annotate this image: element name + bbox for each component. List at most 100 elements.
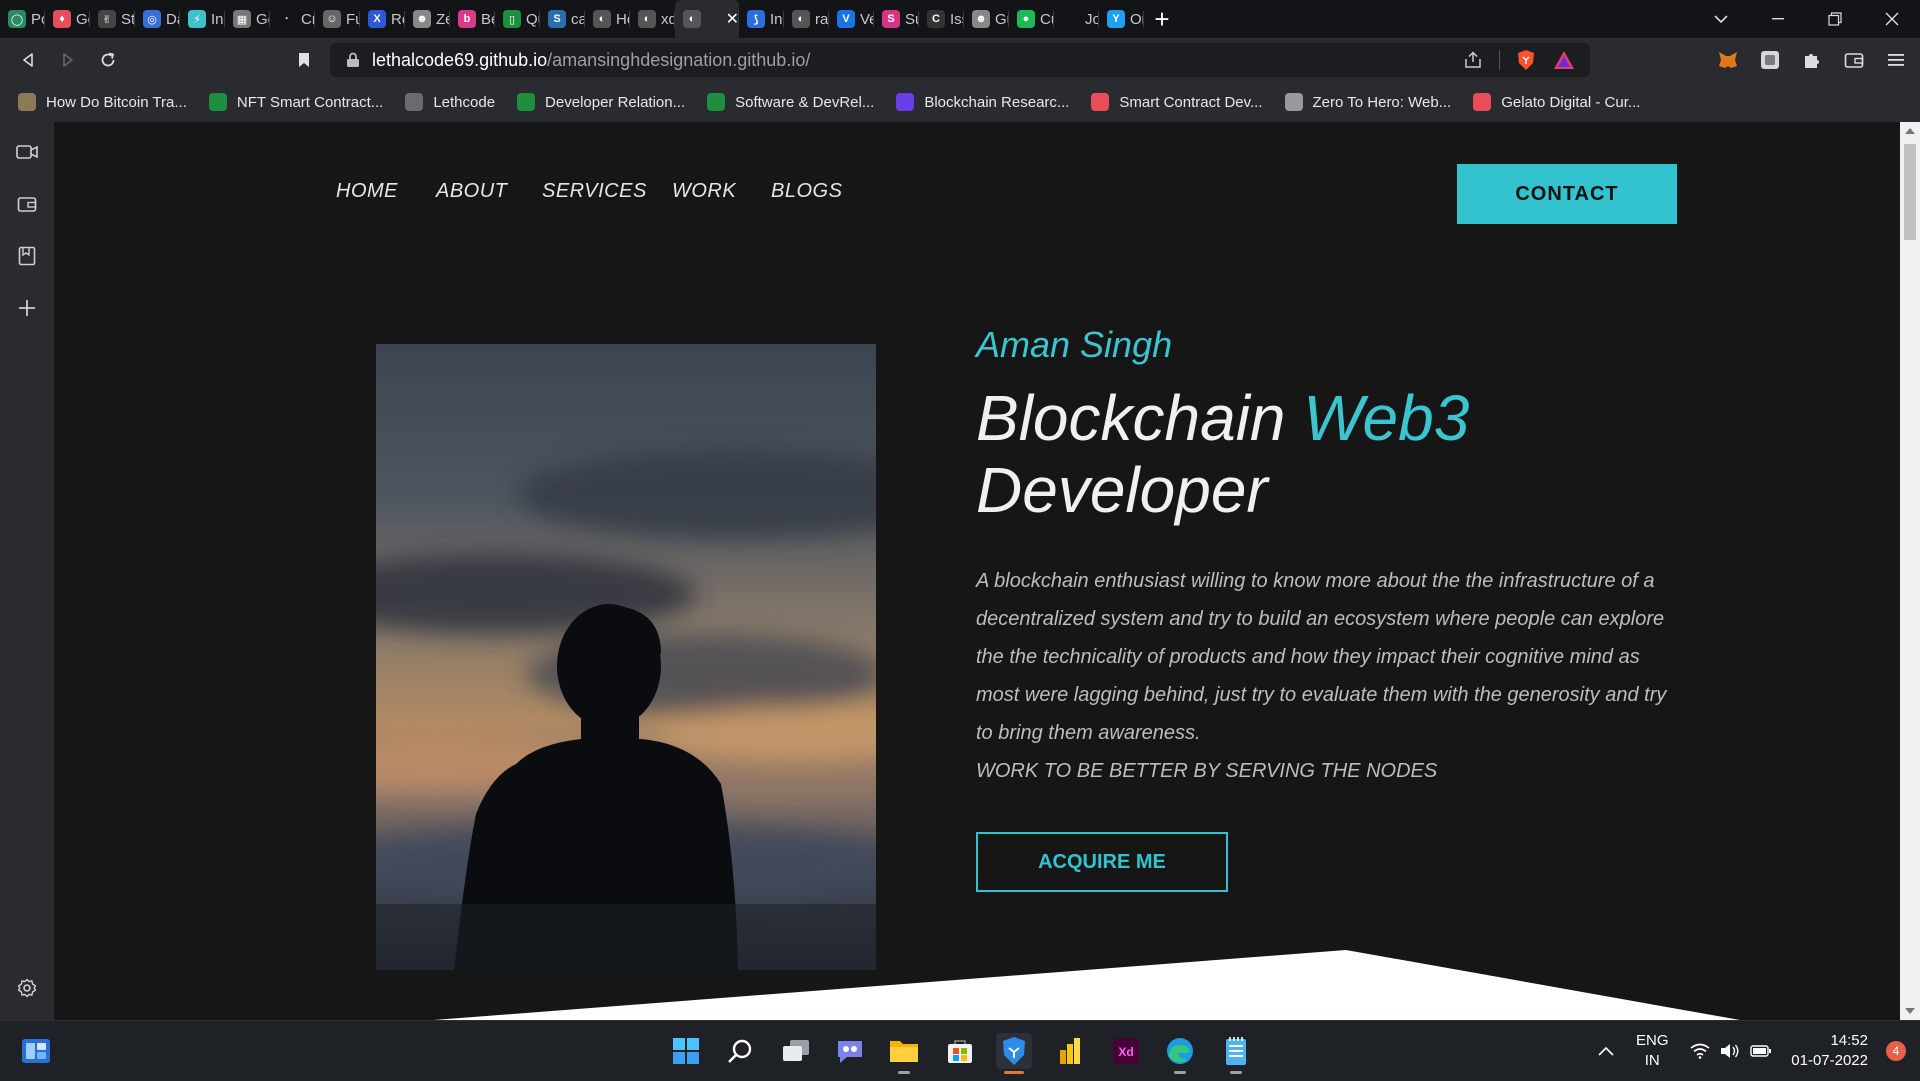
forward-button[interactable] (48, 38, 88, 82)
url-path: /amansinghdesignation.github.io/ (547, 49, 811, 70)
bookmark-icon[interactable] (290, 46, 318, 74)
scroll-up-arrow[interactable] (1905, 128, 1915, 134)
file-explorer-icon[interactable] (886, 1033, 922, 1074)
close-tab-icon[interactable]: ✕ (726, 9, 739, 29)
scroll-thumb[interactable] (1904, 144, 1916, 240)
reading-list-icon[interactable] (13, 242, 41, 270)
page-scrollbar[interactable] (1900, 122, 1920, 1020)
extensions-puzzle-icon[interactable] (1798, 46, 1826, 74)
back-button[interactable] (8, 38, 48, 82)
extension-app-icon[interactable] (1756, 46, 1784, 74)
bookmark-item[interactable]: Developer Relation... (517, 93, 685, 111)
notepad-icon[interactable] (1218, 1033, 1254, 1074)
tab-list: ◯ Pos ♦ Gel ✌ Sta ◎ Dap ⚡ Inp ▦ Get · Cry ☺ Fun X Ren ☻ Zer… (0, 0, 1180, 38)
power-bi-icon[interactable] (1052, 1033, 1088, 1069)
bookmark-item[interactable]: Gelato Digital - Cur... (1473, 93, 1640, 111)
browser-tab[interactable]: S Sub (874, 0, 919, 38)
browser-tab[interactable]: ▯ Qua (495, 0, 540, 38)
bookmark-label: Blockchain Researc... (924, 93, 1070, 111)
tab-favicon-icon: S (548, 10, 566, 28)
browser-tab[interactable]: ◐ How (585, 0, 630, 38)
edge-icon[interactable] (1162, 1033, 1198, 1074)
tab-title: Inst (770, 10, 784, 28)
browser-tab[interactable]: X Ren (360, 0, 405, 38)
tab-favicon-icon: ◎ (143, 10, 161, 28)
reload-button[interactable] (88, 38, 128, 82)
bookmark-favicon-icon (405, 93, 424, 111)
tab-favicon-icon (1062, 10, 1080, 28)
browser-tab[interactable]: ◐ rap (784, 0, 829, 38)
browser-tab[interactable]: ☻ Gui (964, 0, 1009, 38)
store-icon[interactable] (942, 1033, 978, 1069)
wallet-panel-icon[interactable] (13, 190, 41, 218)
browser-tab[interactable]: ✌ Sta (90, 0, 135, 38)
widgets-icon[interactable] (18, 1033, 54, 1069)
tab-favicon-icon: ◐ (683, 10, 701, 28)
menu-icon[interactable] (1882, 46, 1910, 74)
tab-favicon-icon: Y (1107, 10, 1125, 28)
browser-tab[interactable]: ◯ Pos (0, 0, 45, 38)
start-icon[interactable] (668, 1033, 704, 1069)
language-indicator[interactable]: ENG IN (1636, 1031, 1669, 1071)
search-icon[interactable] (722, 1033, 758, 1069)
close-window-button[interactable] (1863, 0, 1920, 38)
bookmark-item[interactable]: Blockchain Researc... (896, 93, 1069, 111)
clock[interactable]: 14:52 01-07-2022 (1791, 1031, 1868, 1071)
active-tab[interactable]: ◐ ✕ (675, 0, 739, 38)
tab-favicon-icon: ▦ (233, 10, 251, 28)
tab-title: Zer (436, 10, 450, 28)
tab-favicon-icon: S (882, 10, 900, 28)
bookmark-label: NFT Smart Contract... (236, 93, 384, 111)
browser-tab[interactable]: ◐ xd.a (630, 0, 675, 38)
tab-search-icon[interactable] (1692, 0, 1749, 38)
tab-favicon-icon: ☻ (413, 10, 431, 28)
bookmark-item[interactable]: How Do Bitcoin Tra... (18, 93, 187, 111)
minimize-button[interactable] (1749, 0, 1806, 38)
notification-badge[interactable]: 4 (1886, 1041, 1906, 1061)
metamask-icon[interactable] (1714, 46, 1742, 74)
add-panel-icon[interactable] (13, 294, 41, 322)
scroll-down-arrow[interactable] (1905, 1008, 1915, 1014)
divider (1499, 50, 1500, 70)
chat-icon[interactable] (832, 1033, 868, 1069)
browser-tab[interactable]: ◎ Dap (135, 0, 180, 38)
browser-tab[interactable]: ▦ Get (225, 0, 270, 38)
new-tab-button[interactable]: + (1144, 0, 1180, 38)
restore-button[interactable] (1806, 0, 1863, 38)
settings-gear-icon[interactable] (13, 974, 41, 1002)
task-view-icon[interactable] (778, 1033, 814, 1069)
wallet-icon[interactable] (1840, 46, 1868, 74)
side-panel (0, 122, 54, 1020)
bookmark-item[interactable]: Smart Contract Dev... (1091, 93, 1263, 111)
browser-tab[interactable]: C Issu (919, 0, 964, 38)
brave-rewards-icon[interactable] (1552, 48, 1576, 72)
bookmark-favicon-icon (517, 93, 536, 111)
address-bar[interactable]: lethalcode69.github.io/amansinghdesignat… (330, 43, 1590, 77)
video-call-icon[interactable] (13, 138, 41, 166)
extensions-area (1714, 46, 1910, 74)
browser-tab[interactable]: V Ver (829, 0, 874, 38)
browser-tab[interactable]: ⚡ Inp (180, 0, 225, 38)
bookmark-item[interactable]: Software & DevRel... (707, 93, 874, 111)
browser-tab[interactable]: b BeE (450, 0, 495, 38)
brave-shield-icon[interactable] (1514, 48, 1538, 72)
tab-title: Issu (950, 10, 964, 28)
bookmark-item[interactable]: Zero To Hero: Web... (1284, 93, 1451, 111)
bookmark-item[interactable]: NFT Smart Contract... (208, 93, 384, 111)
browser-tab[interactable]: ⟆ Inst (739, 0, 784, 38)
system-tray[interactable] (1690, 1021, 1772, 1081)
bookmark-item[interactable]: Lethcode (405, 93, 495, 111)
share-icon[interactable] (1461, 48, 1485, 72)
browser-tab[interactable]: · Cry (270, 0, 315, 38)
adobe-xd-icon[interactable]: Xd (1108, 1033, 1144, 1069)
brave-browser-icon[interactable] (996, 1033, 1032, 1074)
browser-tab[interactable]: ● Cus (1009, 0, 1054, 38)
browser-tab[interactable]: ☻ Zer (405, 0, 450, 38)
browser-tab[interactable]: Scard (540, 0, 585, 38)
tray-overflow-icon[interactable] (1598, 1021, 1614, 1081)
browser-tab[interactable]: Y Onl (1099, 0, 1144, 38)
browser-tab[interactable]: ☺ Fun (315, 0, 360, 38)
browser-tab[interactable]: Job (1054, 0, 1099, 38)
tab-title: Ver (860, 10, 874, 28)
browser-tab[interactable]: ♦ Gel (45, 0, 90, 38)
